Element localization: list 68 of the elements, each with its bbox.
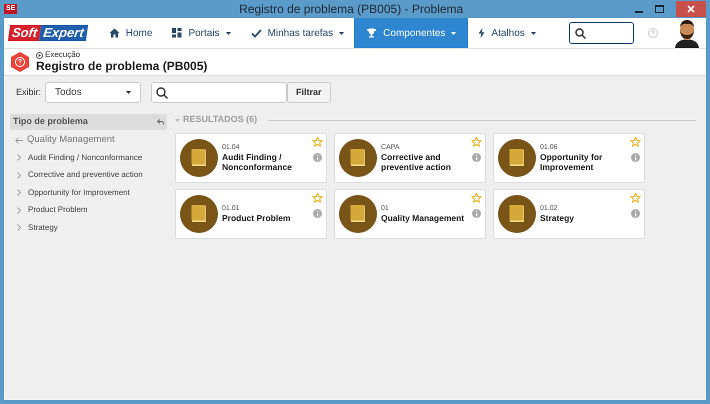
- star-icon[interactable]: [630, 137, 641, 147]
- avatar[interactable]: [672, 18, 702, 48]
- caret-icon: [126, 91, 132, 94]
- card-title: Audit Finding / Nonconformance: [222, 152, 293, 172]
- star-icon[interactable]: [471, 137, 482, 147]
- results-heading: RESULTADOS (6): [183, 113, 258, 126]
- card-title: Corrective and preventive action: [381, 152, 452, 172]
- search-icon: [575, 28, 586, 38]
- caret-icon: [339, 32, 344, 34]
- maximize-icon[interactable]: [655, 5, 664, 13]
- sidebar-item[interactable]: Product Problem: [10, 202, 167, 219]
- book-icon: [180, 195, 218, 233]
- info-icon[interactable]: [313, 153, 322, 162]
- arrow-left-icon: [15, 136, 23, 144]
- filter-search-field[interactable]: [151, 82, 288, 103]
- search-field[interactable]: [569, 22, 634, 44]
- sidebar-title: Tipo de problema: [13, 115, 88, 128]
- chevron-right-icon: [17, 189, 21, 196]
- trophy-icon: [366, 28, 378, 38]
- chevron-right-icon: [17, 224, 21, 232]
- logo: Soft Expert: [8, 25, 88, 41]
- info-icon[interactable]: [472, 153, 481, 162]
- chevron-right-icon: [17, 172, 21, 179]
- card-title: Strategy: [540, 213, 576, 223]
- book-icon: [339, 195, 377, 233]
- caret-icon: [451, 32, 456, 34]
- info-icon[interactable]: [472, 209, 481, 218]
- search-icon: [156, 86, 168, 98]
- star-icon[interactable]: [312, 137, 323, 147]
- window-title: Registro de problema (PB005) - Problema: [239, 1, 464, 18]
- grid-icon: [172, 28, 182, 38]
- sidebar-item[interactable]: Corrective and preventive action: [10, 166, 167, 184]
- book-icon: [339, 139, 377, 177]
- info-icon[interactable]: [631, 153, 640, 162]
- sidebar-item[interactable]: Strategy: [10, 219, 167, 236]
- sidebar-item[interactable]: Audit Finding / Nonconformance: [10, 149, 167, 166]
- card-title: Opportunity for Improvement: [540, 152, 604, 172]
- collapse-caret-icon[interactable]: [175, 118, 180, 122]
- card-title: Product Problem: [222, 213, 292, 223]
- back-icon[interactable]: [157, 119, 164, 125]
- bolt-icon: [478, 28, 486, 38]
- chevron-right-icon: [17, 206, 21, 214]
- chevron-right-icon: [17, 154, 21, 162]
- help-icon[interactable]: [648, 28, 658, 38]
- sidebar-item[interactable]: Opportunity for Improvement: [10, 184, 167, 202]
- breadcrumb: Execução: [45, 51, 80, 59]
- book-icon: [498, 139, 536, 177]
- filter-label: Exibir:: [16, 86, 42, 99]
- card-title: Quality Management: [381, 213, 466, 223]
- display-select[interactable]: Todos: [45, 82, 142, 103]
- star-icon[interactable]: [312, 193, 323, 203]
- star-icon[interactable]: [471, 193, 482, 203]
- nav-tab[interactable]: Componentes: [354, 18, 468, 48]
- page-title: Registro de problema (PB005): [36, 59, 208, 73]
- play-icon: [36, 52, 43, 58]
- book-icon: [180, 139, 218, 177]
- book-icon: [498, 195, 536, 233]
- parent-link[interactable]: Quality Management: [10, 131, 167, 149]
- filter-button[interactable]: Filtrar: [287, 82, 331, 103]
- caret-icon: [226, 32, 231, 34]
- caret-icon: [530, 32, 536, 34]
- star-icon[interactable]: [630, 193, 641, 203]
- info-icon[interactable]: [631, 209, 640, 218]
- check-icon: [250, 28, 262, 38]
- info-icon[interactable]: [313, 209, 322, 218]
- home-icon: [108, 28, 120, 38]
- close-button[interactable]: [676, 1, 706, 17]
- close-icon: [687, 5, 695, 13]
